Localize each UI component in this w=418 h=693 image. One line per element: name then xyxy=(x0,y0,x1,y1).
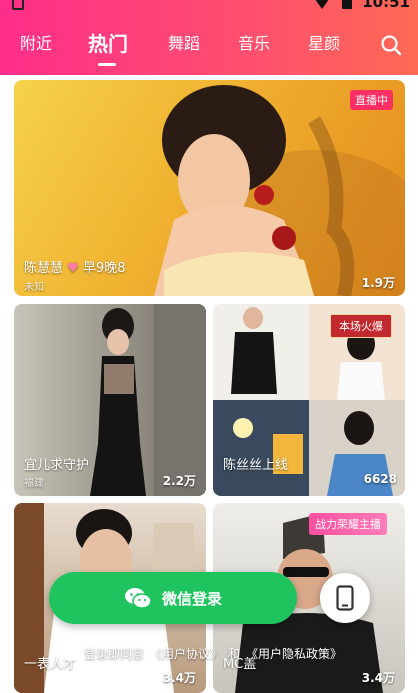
status-bar: 10:51 xyxy=(0,0,418,14)
wechat-icon xyxy=(124,588,152,609)
featured-viewers: 1.9万 xyxy=(361,276,395,290)
featured-live-card[interactable]: 直播中 陈慧慧 ♥ 早9晚8 未知 1.9万 xyxy=(14,80,405,296)
wechat-login-label: 微信登录 xyxy=(161,589,222,608)
agree-radio[interactable] xyxy=(64,646,78,661)
live-badge: 直播中 xyxy=(350,90,393,110)
card-title: 陈丝丝上线 xyxy=(223,458,289,473)
battery-icon xyxy=(342,0,353,9)
user-agreement-link[interactable]: 《用户协议》 xyxy=(150,645,222,662)
live-card[interactable]: 本场火爆 陈丝丝上线 6628 xyxy=(213,304,405,496)
rank-badge: 战力荣耀主播 xyxy=(309,513,387,535)
card-viewers: 2.2万 xyxy=(162,474,196,488)
phone-login-button[interactable] xyxy=(320,573,370,623)
status-time: 10:51 xyxy=(362,0,410,11)
status-icons: 10:51 xyxy=(312,0,410,11)
agreement-row: 登录即同意 《用户协议》 和 《用户隐私政策》 xyxy=(64,645,342,662)
privacy-policy-link[interactable]: 《用户隐私政策》 xyxy=(246,645,342,662)
card-title: 宜儿求守护 xyxy=(24,458,90,473)
agreement-and: 和 xyxy=(228,647,241,661)
photo-notification-icon xyxy=(12,0,24,10)
search-icon[interactable] xyxy=(380,34,402,56)
agreement-prefix: 登录即同意 xyxy=(84,647,145,661)
card-location: 福建 xyxy=(24,478,44,489)
wifi-icon xyxy=(312,0,333,9)
category-tabs: 附近 热门 舞蹈 音乐 星颜 xyxy=(0,30,418,62)
tab-dance[interactable]: 舞蹈 xyxy=(168,30,200,54)
active-tab-indicator xyxy=(98,63,116,66)
heart-icon: ♥ xyxy=(67,261,79,276)
hot-badge: 本场火爆 xyxy=(330,314,392,338)
card-viewers: 3.4万 xyxy=(162,671,196,685)
card-viewers: 3.4万 xyxy=(361,671,395,685)
tab-hot[interactable]: 热门 xyxy=(88,28,128,57)
tab-music[interactable]: 音乐 xyxy=(238,30,270,54)
featured-location: 未知 xyxy=(24,282,44,293)
phone-icon xyxy=(336,585,354,611)
tab-beauty[interactable]: 星颜 xyxy=(308,30,340,54)
card-viewers: 6628 xyxy=(363,472,397,486)
top-header: 10:51 附近 热门 舞蹈 音乐 星颜 xyxy=(0,0,418,75)
featured-title: 陈慧慧 ♥ 早9晚8 xyxy=(24,261,126,276)
live-card[interactable]: 宜儿求守护 福建 2.2万 xyxy=(14,304,206,496)
tab-nearby[interactable]: 附近 xyxy=(20,30,52,54)
wechat-login-button[interactable]: 微信登录 xyxy=(49,572,297,624)
